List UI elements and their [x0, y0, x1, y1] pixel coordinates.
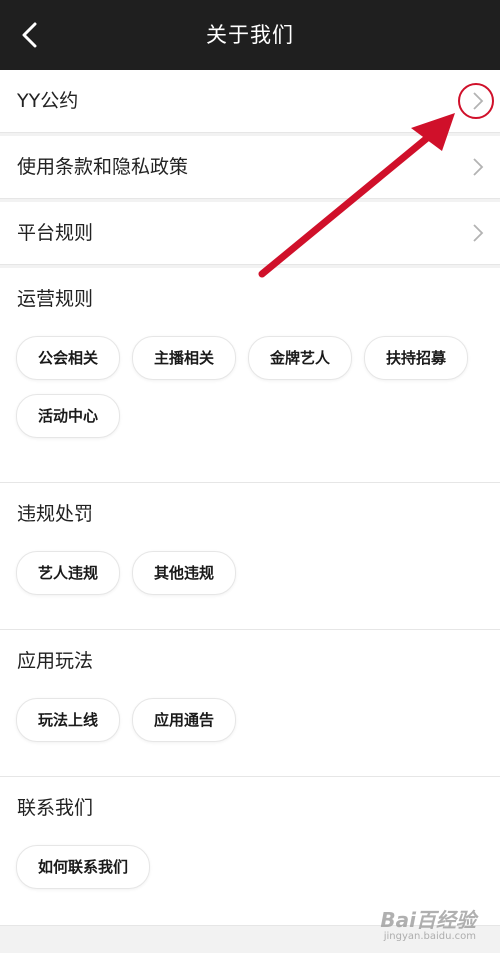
chip-app-notice[interactable]: 应用通告 — [132, 698, 237, 742]
nav-row-label: 使用条款和隐私政策 — [17, 156, 189, 178]
section-contact-us: 联系我们 如何联系我们 — [0, 777, 500, 926]
chevron-right-icon — [473, 92, 484, 110]
chevron-right-icon — [473, 158, 484, 176]
nav-row-label: 平台规则 — [17, 222, 94, 244]
chip-group: 公会相关 主播相关 金牌艺人 扶持招募 活动中心 — [0, 330, 500, 466]
section-operation-rules: 运营规则 公会相关 主播相关 金牌艺人 扶持招募 活动中心 — [0, 268, 500, 483]
chip-group: 玩法上线 应用通告 — [0, 692, 500, 770]
page-content: YY公约 使用条款和隐私政策 平台规则 运营规则 公会相关 主播相关 金牌艺人 … — [0, 70, 500, 926]
section-title: 联系我们 — [17, 797, 94, 819]
chip-gold-artist[interactable]: 金牌艺人 — [248, 336, 353, 380]
chip-guild[interactable]: 公会相关 — [16, 336, 121, 380]
chip-support-recruit[interactable]: 扶持招募 — [364, 336, 469, 380]
chip-gameplay-launch[interactable]: 玩法上线 — [16, 698, 121, 742]
top-app-bar: 关于我们 — [0, 0, 500, 70]
chip-how-to-contact[interactable]: 如何联系我们 — [16, 845, 151, 889]
chip-anchor[interactable]: 主播相关 — [132, 336, 237, 380]
section-title: 应用玩法 — [17, 650, 94, 672]
page-title: 关于我们 — [206, 23, 294, 47]
chip-artist-violation[interactable]: 艺人违规 — [16, 551, 121, 595]
nav-row-platform-rules[interactable]: 平台规则 — [0, 202, 500, 265]
chip-group: 艺人违规 其他违规 — [0, 545, 500, 623]
section-violation-penalty: 违规处罚 艺人违规 其他违规 — [0, 483, 500, 630]
chip-group: 如何联系我们 — [0, 839, 500, 917]
section-title: 违规处罚 — [17, 503, 94, 525]
watermark-url: jingyan.baidu.com — [383, 931, 476, 942]
chevron-right-icon — [473, 224, 484, 242]
section-title: 运营规则 — [17, 288, 94, 310]
chip-other-violation[interactable]: 其他违规 — [132, 551, 237, 595]
section-app-gameplay: 应用玩法 玩法上线 应用通告 — [0, 630, 500, 777]
nav-row-label: YY公约 — [17, 90, 79, 112]
chip-activity-center[interactable]: 活动中心 — [16, 394, 121, 438]
nav-row-yy-convention[interactable]: YY公约 — [0, 70, 500, 133]
nav-row-terms-privacy[interactable]: 使用条款和隐私政策 — [0, 136, 500, 199]
